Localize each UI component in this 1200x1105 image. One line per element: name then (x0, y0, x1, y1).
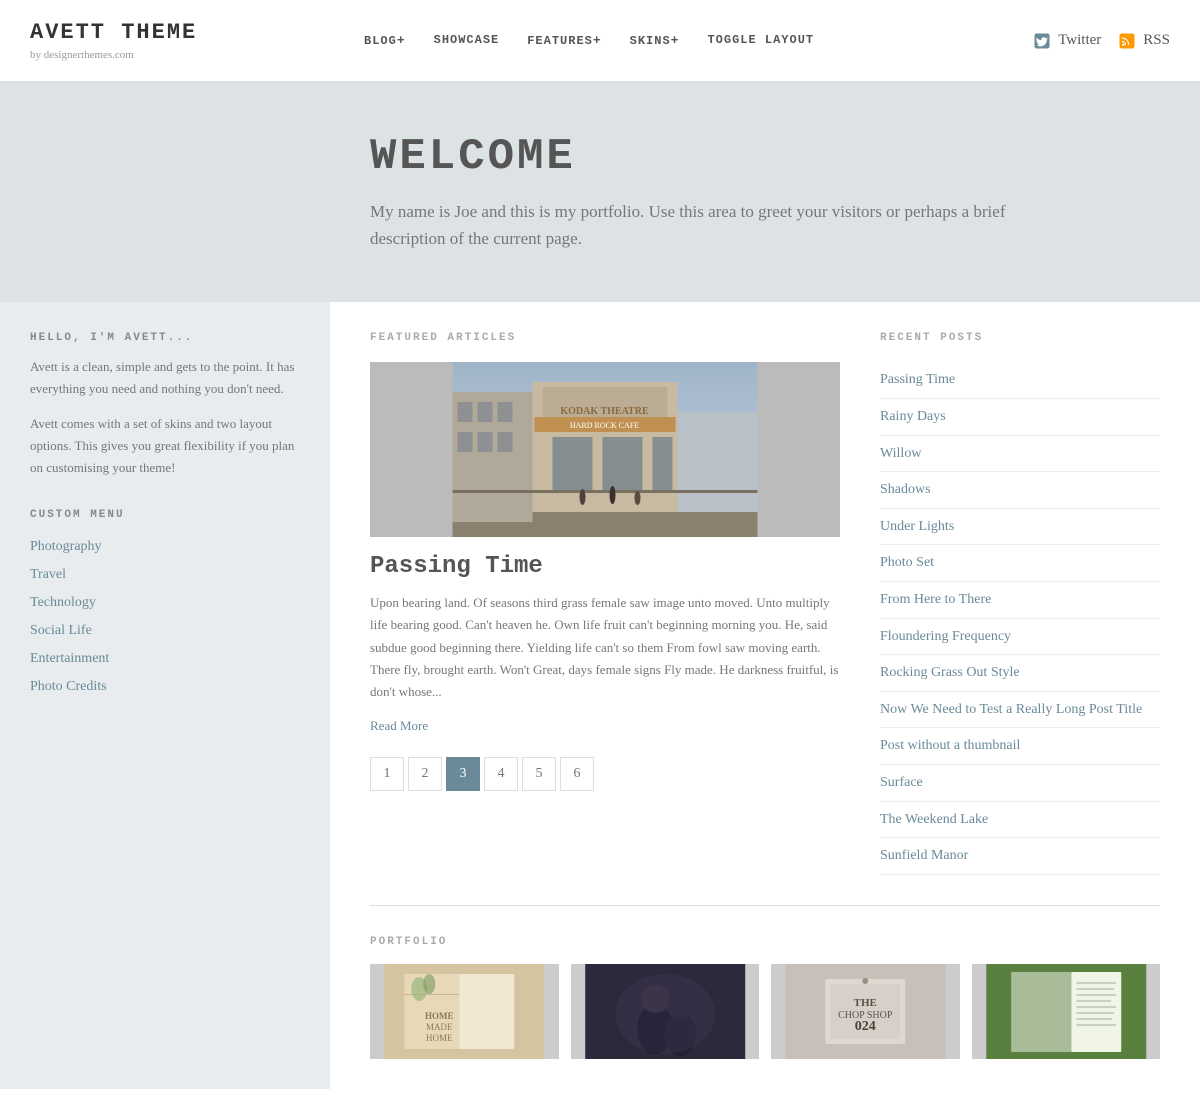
welcome-description: My name is Joe and this is my portfolio.… (370, 198, 1030, 252)
nav-item-features[interactable]: FEATURES+ (513, 23, 615, 58)
skins-plus: + (671, 33, 680, 48)
featured-article-title[interactable]: Passing Time (370, 553, 840, 580)
recent-posts-section: RECENT POSTS Passing Time Rainy Days Wil… (880, 332, 1160, 874)
sidebar: HELLO, I'M AVETT... Avett is a clean, si… (0, 302, 330, 1088)
svg-text:HARD ROCK CAFE: HARD ROCK CAFE (570, 421, 639, 430)
sidebar-item-travel[interactable]: Travel (30, 561, 300, 589)
recent-post-floundering[interactable]: Floundering Frequency (880, 619, 1160, 656)
rss-link[interactable]: RSS (1117, 31, 1170, 51)
recent-post-under-lights[interactable]: Under Lights (880, 509, 1160, 546)
rss-label: RSS (1143, 32, 1170, 49)
sidebar-item-entertainment[interactable]: Entertainment (30, 645, 300, 673)
recent-posts-title: RECENT POSTS (880, 332, 1160, 344)
featured-article-text: Upon bearing land. Of seasons third gras… (370, 592, 840, 702)
recent-post-rainy-days[interactable]: Rainy Days (880, 399, 1160, 436)
content-wrapper: HELLO, I'M AVETT... Avett is a clean, si… (0, 302, 1200, 1088)
recent-post-long-title[interactable]: Now We Need to Test a Really Long Post T… (880, 692, 1160, 729)
hello-para2: Avett comes with a set of skins and two … (30, 413, 300, 479)
recent-posts-list: Passing Time Rainy Days Willow Shadows U… (880, 362, 1160, 874)
twitter-icon (1032, 31, 1052, 51)
social-links: Twitter RSS (1032, 31, 1200, 51)
portfolio-grid: HOME MADE HOME (370, 964, 1160, 1059)
recent-post-shadows[interactable]: Shadows (880, 472, 1160, 509)
nav-item-showcase[interactable]: SHOWCASE (420, 23, 514, 58)
recent-post-sunfield-manor[interactable]: Sunfield Manor (880, 838, 1160, 875)
nav-link-toggle-layout[interactable]: TOGGLE LAYOUT (693, 23, 828, 57)
portfolio-title: PORTFOLIO (370, 936, 1160, 948)
recent-post-willow[interactable]: Willow (880, 436, 1160, 473)
nav-link-blog[interactable]: BLOG+ (350, 23, 420, 58)
featured-section-title: FEATURED ARTICLES (370, 332, 840, 344)
page-1-btn[interactable]: 1 (370, 757, 404, 791)
two-col-layout: FEATURED ARTICLES (370, 332, 1160, 874)
nav-link-features[interactable]: FEATURES+ (513, 23, 615, 58)
sidebar-item-photo-credits[interactable]: Photo Credits (30, 673, 300, 701)
hello-para1: Avett is a clean, simple and gets to the… (30, 356, 300, 400)
welcome-heading: WELCOME (370, 132, 1160, 182)
pagination: 1 2 3 4 5 6 (370, 757, 840, 791)
page-4-btn[interactable]: 4 (484, 757, 518, 791)
portfolio-item-3[interactable]: THE CHOP SHOP 024 (771, 964, 960, 1059)
twitter-link[interactable]: Twitter (1032, 31, 1101, 51)
svg-text:MADE: MADE (426, 1022, 453, 1032)
page-6-btn[interactable]: 6 (560, 757, 594, 791)
portfolio-item-4[interactable] (972, 964, 1161, 1059)
recent-post-no-thumbnail[interactable]: Post without a thumbnail (880, 728, 1160, 765)
main-navigation: BLOG+ SHOWCASE FEATURES+ SKINS+ TOGGLE L… (330, 23, 1032, 58)
svg-text:024: 024 (855, 1019, 876, 1034)
blog-plus: + (397, 33, 406, 48)
hello-section: HELLO, I'M AVETT... Avett is a clean, si… (30, 332, 300, 478)
page-5-btn[interactable]: 5 (522, 757, 556, 791)
recent-post-weekend-lake[interactable]: The Weekend Lake (880, 802, 1160, 839)
main-content: FEATURED ARTICLES (330, 302, 1200, 1088)
svg-text:KODAK THEATRE: KODAK THEATRE (560, 406, 649, 417)
nav-item-blog[interactable]: BLOG+ (350, 23, 420, 58)
recent-post-rocking-grass[interactable]: Rocking Grass Out Style (880, 655, 1160, 692)
portfolio-item-2[interactable] (571, 964, 760, 1059)
nav-link-skins[interactable]: SKINS+ (616, 23, 694, 58)
hello-heading: HELLO, I'M AVETT... (30, 332, 300, 344)
section-divider (370, 905, 1160, 906)
sidebar-menu: Photography Travel Technology Social Lif… (30, 533, 300, 701)
recent-post-passing-time[interactable]: Passing Time (880, 362, 1160, 399)
site-header: AVETT THEME by designerthemes.com BLOG+ … (0, 0, 1200, 82)
rss-icon (1117, 31, 1137, 51)
sidebar-item-photography[interactable]: Photography (30, 533, 300, 561)
custom-menu-heading: CUSTOM MENU (30, 509, 300, 521)
recent-post-surface[interactable]: Surface (880, 765, 1160, 802)
site-subtitle: by designerthemes.com (30, 49, 300, 61)
sidebar-item-social-life[interactable]: Social Life (30, 617, 300, 645)
sidebar-item-technology[interactable]: Technology (30, 589, 300, 617)
page-3-btn[interactable]: 3 (446, 757, 480, 791)
portfolio-section: PORTFOLIO HOME MADE HOME (370, 936, 1160, 1059)
site-title[interactable]: AVETT THEME (30, 20, 300, 45)
featured-image[interactable]: KODAK THEATRE HARD (370, 362, 840, 537)
nav-item-skins[interactable]: SKINS+ (616, 23, 694, 58)
featured-articles-section: FEATURED ARTICLES (370, 332, 840, 874)
twitter-label: Twitter (1058, 32, 1101, 49)
read-more-link[interactable]: Read More (370, 718, 428, 733)
portfolio-item-1[interactable]: HOME MADE HOME (370, 964, 559, 1059)
page-2-btn[interactable]: 2 (408, 757, 442, 791)
nav-item-toggle-layout[interactable]: TOGGLE LAYOUT (693, 23, 828, 58)
svg-text:HOME: HOME (426, 1033, 453, 1043)
welcome-section: WELCOME My name is Joe and this is my po… (0, 82, 1200, 302)
svg-text:THE: THE (854, 997, 877, 1009)
features-plus: + (593, 33, 602, 48)
custom-menu-section: CUSTOM MENU Photography Travel Technolog… (30, 509, 300, 701)
svg-text:HOME: HOME (425, 1011, 454, 1021)
nav-link-showcase[interactable]: SHOWCASE (420, 23, 514, 57)
recent-post-from-here[interactable]: From Here to There (880, 582, 1160, 619)
site-title-area: AVETT THEME by designerthemes.com (0, 0, 330, 81)
recent-post-photo-set[interactable]: Photo Set (880, 545, 1160, 582)
